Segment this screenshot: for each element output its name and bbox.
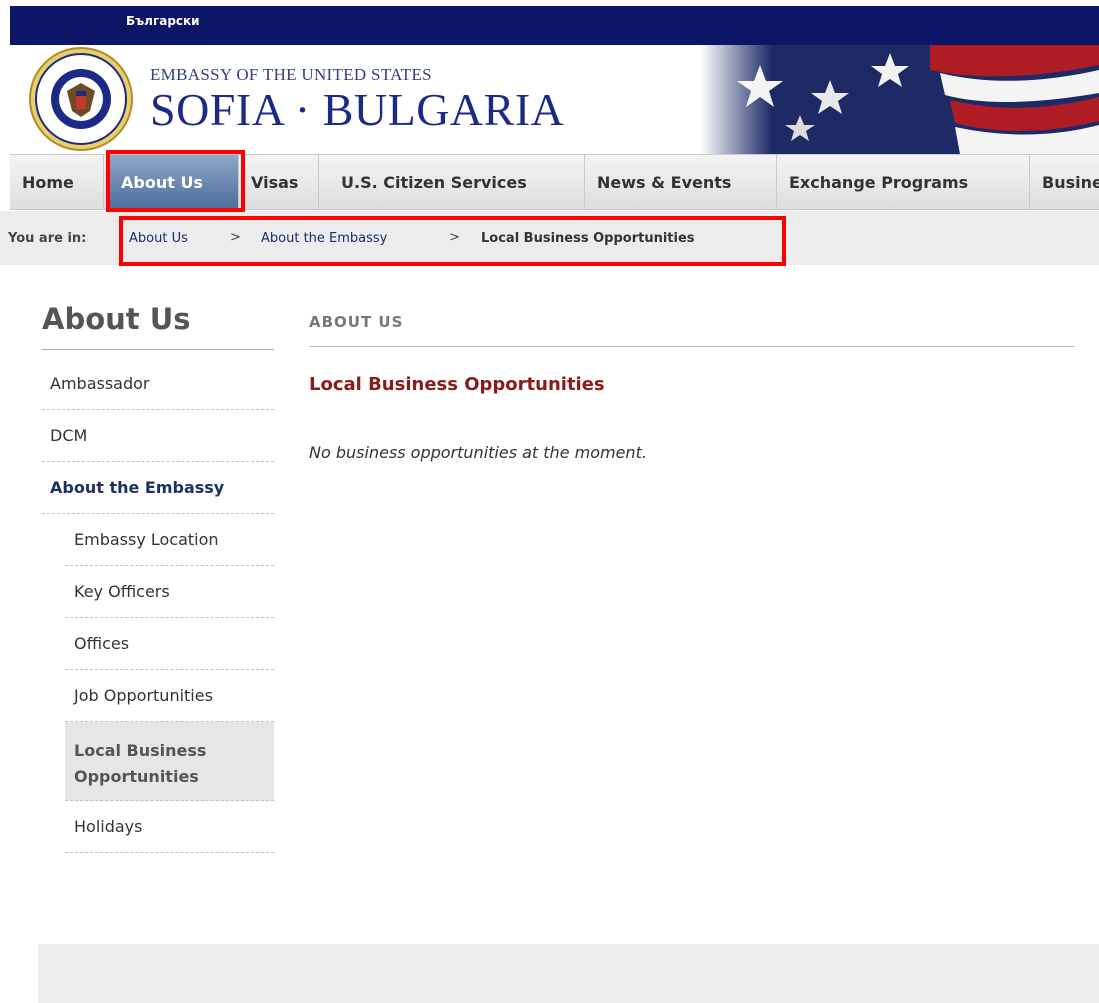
- sidebar-divider: [42, 349, 274, 350]
- breadcrumb-prefix: You are in:: [8, 231, 87, 246]
- header-subtitle: EMBASSY OF THE UNITED STATES: [150, 65, 432, 84]
- language-bar: Български: [10, 6, 1099, 45]
- sidebar-item-job-opportunities[interactable]: Job Opportunities: [65, 670, 274, 722]
- sidebar-item-key-officers[interactable]: Key Officers: [65, 566, 274, 618]
- breadcrumb-about-us[interactable]: About Us: [129, 231, 188, 246]
- sidebar-item-ambassador[interactable]: Ambassador: [42, 358, 274, 410]
- page-footer: [38, 944, 1099, 1003]
- sidebar-menu: Ambassador DCM About the Embassy Embassy…: [42, 358, 274, 853]
- breadcrumb: You are in: About Us > About the Embassy…: [0, 211, 1099, 265]
- site-header: EMBASSY OF THE UNITED STATES SOFIA · BUL…: [10, 45, 1099, 154]
- main-navigation: Home About Us Visas U.S. Citizen Service…: [10, 154, 1099, 210]
- sidebar-item-local-business-opportunities[interactable]: Local Business Opportunities: [65, 722, 274, 801]
- sidebar-item-dcm[interactable]: DCM: [42, 410, 274, 462]
- nav-us-citizen-services[interactable]: U.S. Citizen Services: [319, 155, 585, 209]
- page-title: Local Business Opportunities: [309, 374, 605, 395]
- section-label: ABOUT US: [309, 313, 404, 331]
- breadcrumb-about-the-embassy[interactable]: About the Embassy: [261, 231, 387, 246]
- page-body-text: No business opportunities at the moment.: [309, 443, 647, 462]
- sidebar-item-holidays[interactable]: Holidays: [65, 801, 274, 853]
- header-title[interactable]: SOFIA · BULGARIA: [150, 83, 564, 136]
- sidebar-item-about-the-embassy[interactable]: About the Embassy: [42, 462, 274, 514]
- nav-news-events[interactable]: News & Events: [585, 155, 777, 209]
- section-divider: [309, 346, 1075, 347]
- nav-visas[interactable]: Visas: [239, 155, 319, 209]
- us-embassy-seal-icon[interactable]: [22, 45, 140, 153]
- nav-about-us[interactable]: About Us: [109, 155, 239, 209]
- breadcrumb-separator: >: [449, 230, 460, 245]
- nav-exchange-programs[interactable]: Exchange Programs: [777, 155, 1030, 209]
- sidebar-item-offices[interactable]: Offices: [65, 618, 274, 670]
- breadcrumb-current-page: Local Business Opportunities: [481, 231, 695, 246]
- sidebar-title: About Us: [42, 302, 191, 336]
- nav-business[interactable]: Business: [1030, 155, 1099, 209]
- us-flag-banner-icon: [700, 45, 1099, 154]
- sidebar-item-embassy-location[interactable]: Embassy Location: [65, 514, 274, 566]
- breadcrumb-separator: >: [230, 230, 241, 245]
- nav-home[interactable]: Home: [10, 155, 104, 209]
- language-switch-link[interactable]: Български: [126, 14, 200, 28]
